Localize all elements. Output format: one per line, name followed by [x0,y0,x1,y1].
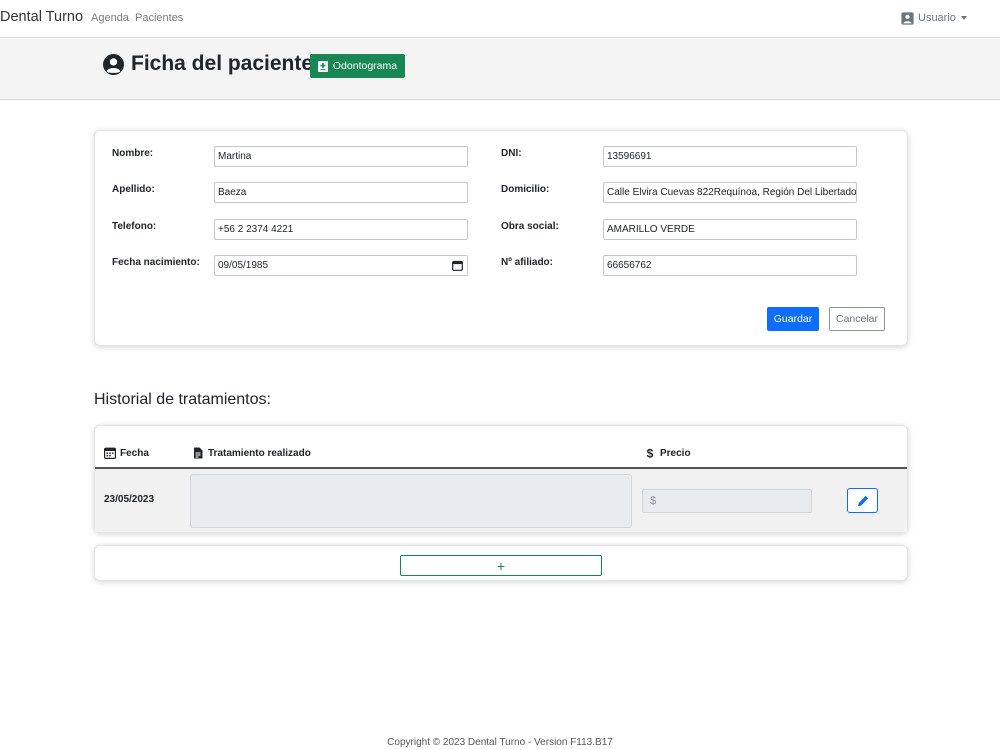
nombre-label: Nombre: [112,148,154,159]
calendar-icon [104,447,116,459]
nav-link-pacientes[interactable]: Pacientes [135,12,183,24]
footer-copyright: Copyright © 2023 Dental Turno - Version … [387,737,613,748]
afiliado-label: Nº afiliado: [501,257,553,268]
column-label-tratamiento: Tratamiento realizado [208,447,311,459]
apellido-field[interactable]: Baeza [214,182,468,203]
fecha-nacimiento-field[interactable]: 09/05/1985 [214,255,468,276]
treatment-textarea[interactable] [190,474,632,528]
calendar-picker-icon[interactable] [452,260,463,271]
column-header-fecha: Fecha [104,447,149,459]
brand-link[interactable]: Dental Turno [0,9,83,25]
domicilio-label: Domicilio: [501,184,550,195]
caret-down-icon [960,16,967,20]
page-title-group: Ficha del paciente [103,52,313,76]
file-medical-icon [317,60,328,72]
save-button[interactable]: Guardar [767,307,819,331]
nav-link-agenda[interactable]: Agenda [91,12,129,24]
history-title: Historial de tratamientos: [94,391,271,408]
telefono-field[interactable]: +56 2 2374 4221 [214,219,468,240]
top-navbar: Dental Turno Agenda Pacientes Usuario [0,0,1000,38]
person-circle-icon [103,53,124,75]
user-menu-label: Usuario [918,12,956,24]
column-label-fecha: Fecha [120,447,149,459]
row-date: 23/05/2023 [104,494,155,505]
user-menu-dropdown[interactable]: Usuario [901,10,967,26]
column-header-tratamiento: Tratamiento realizado [192,447,311,459]
nombre-field[interactable]: Martina [214,146,468,167]
domicilio-field[interactable]: Calle Elvira Cuevas 822Requínoa, Región … [603,182,857,203]
fecha-nacimiento-value: 09/05/1985 [218,260,269,271]
telefono-label: Telefono: [112,221,157,232]
page-title: Ficha del paciente [131,52,314,75]
cancel-button[interactable]: Cancelar [829,307,885,331]
file-text-icon [194,447,203,459]
dni-field[interactable]: 13596691 [603,146,857,167]
obra-social-field[interactable]: AMARILLO VERDE [603,219,857,240]
person-square-icon [901,11,914,25]
odontograma-button[interactable]: Odontograma [310,54,405,78]
column-label-precio: Precio [660,447,691,459]
afiliado-field[interactable]: 66656762 [603,255,857,276]
odontograma-label: Odontograma [332,60,398,72]
dni-label: DNI: [501,148,522,159]
price-currency-symbol: $ [650,495,657,507]
price-field[interactable]: $ [642,489,812,513]
svg-text:$: $ [647,447,654,459]
column-header-precio: $ Precio [644,447,691,459]
edit-row-button[interactable] [847,488,878,513]
fecha-nacimiento-label: Fecha nacimiento: [112,257,200,268]
obra-social-label: Obra social: [501,221,559,232]
pencil-icon [857,495,868,506]
add-treatment-button[interactable]: + [400,555,602,576]
apellido-label: Apellido: [112,184,155,195]
dollar-sign-icon: $ [647,447,654,459]
